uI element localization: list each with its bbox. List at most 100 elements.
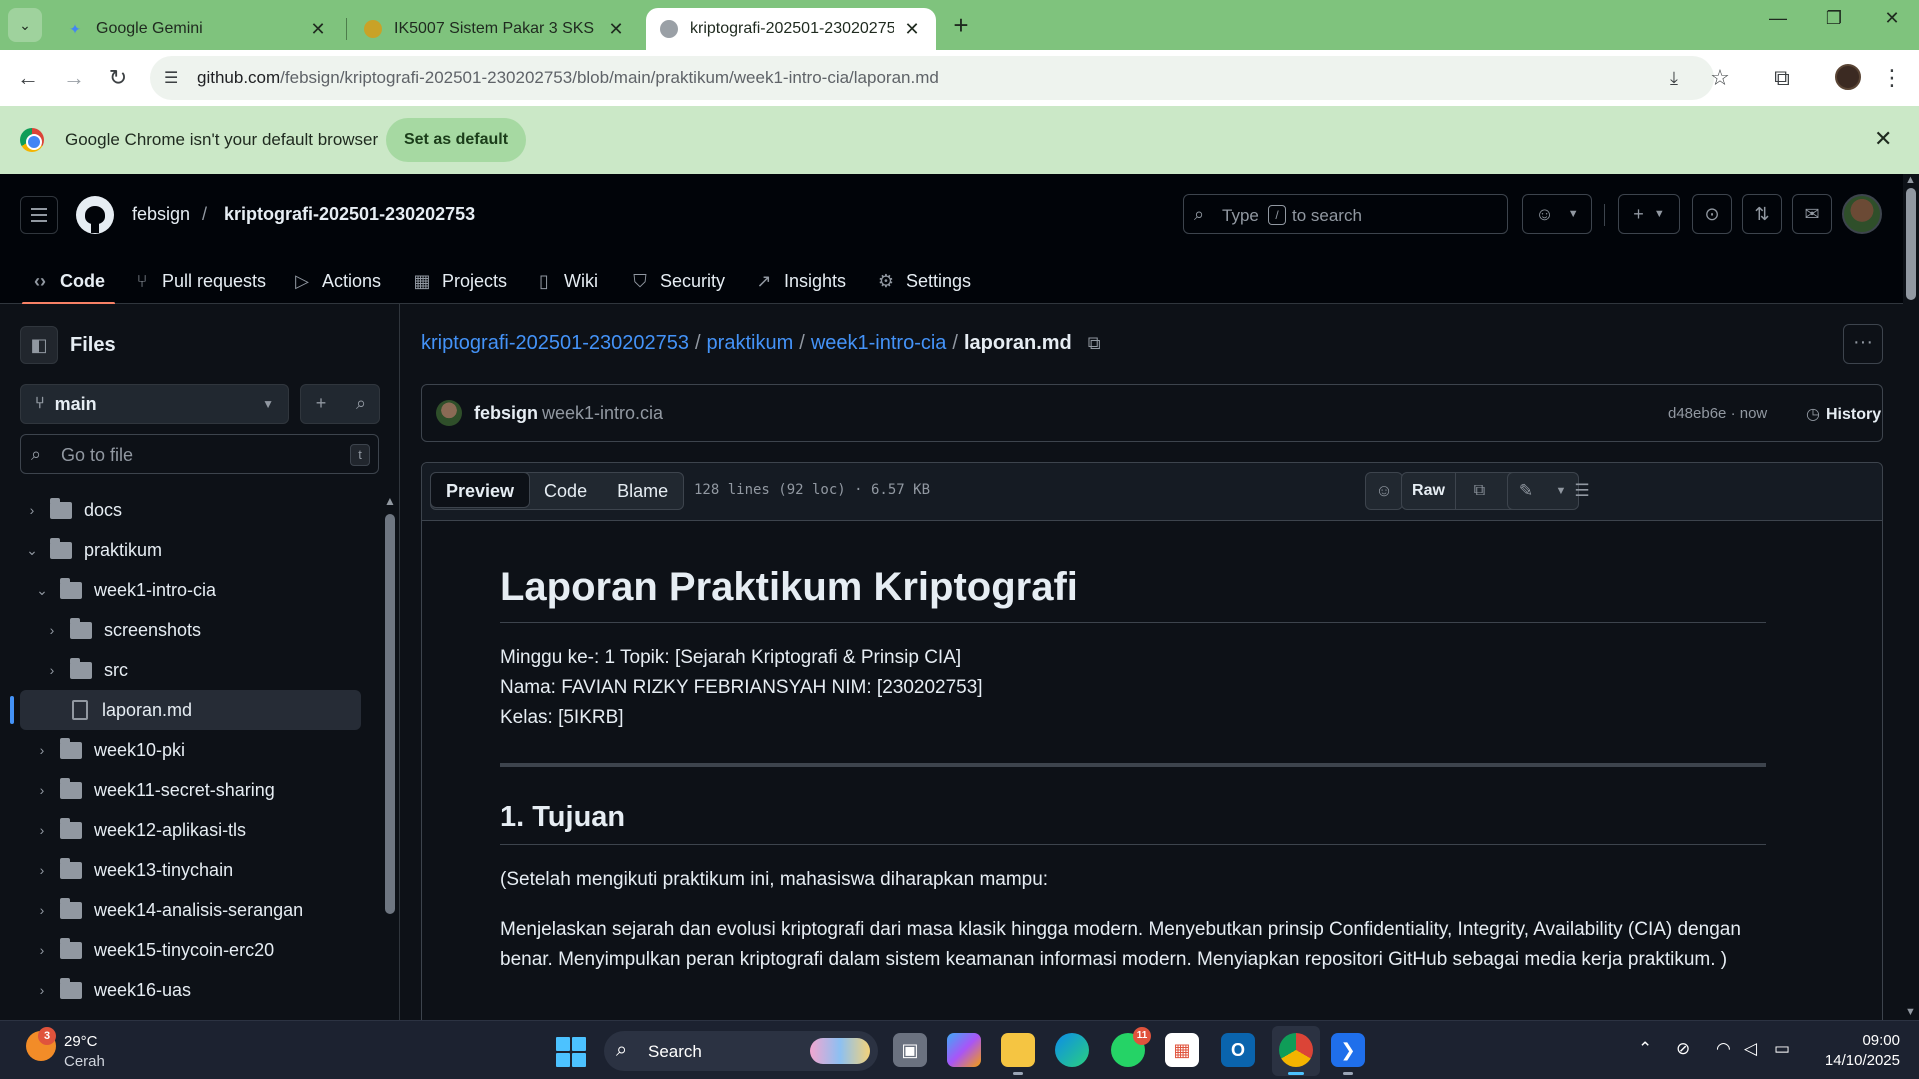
close-icon[interactable]: ✕ bbox=[606, 19, 626, 40]
window-close-button[interactable]: ✕ bbox=[1872, 8, 1912, 29]
copy-path-icon[interactable]: ⧉ bbox=[1088, 333, 1101, 354]
user-avatar[interactable] bbox=[1842, 194, 1882, 234]
scroll-down-arrow-icon[interactable]: ▼ bbox=[1905, 1006, 1916, 1018]
scrollbar-thumb[interactable] bbox=[1906, 188, 1916, 300]
breadcrumb-praktikum-link[interactable]: praktikum bbox=[707, 332, 794, 354]
sidebar-scrollbar[interactable]: ▲ bbox=[384, 494, 396, 1020]
task-view-icon[interactable]: ▣ bbox=[893, 1033, 927, 1067]
chevron-right-icon[interactable]: › bbox=[34, 742, 50, 758]
tree-item-week11-secret-sharing[interactable]: › week11-secret-sharing bbox=[0, 770, 370, 810]
scroll-up-arrow-icon[interactable]: ▲ bbox=[384, 494, 396, 508]
chevron-right-icon[interactable]: › bbox=[34, 862, 50, 878]
whatsapp-icon[interactable]: 11 bbox=[1111, 1027, 1151, 1067]
system-clock[interactable]: 09:00 14/10/2025 bbox=[1816, 1031, 1900, 1071]
chevron-right-icon[interactable]: › bbox=[34, 822, 50, 838]
chrome-app-icon[interactable] bbox=[1279, 1033, 1313, 1075]
commit-author-avatar[interactable] bbox=[436, 400, 462, 426]
tab-pull-requests[interactable]: ⑂ Pull requests bbox=[132, 258, 266, 304]
scrollbar-thumb[interactable] bbox=[385, 514, 395, 914]
chevron-down-icon[interactable]: ⌄ bbox=[34, 582, 50, 599]
restore-button[interactable]: ❐ bbox=[1814, 8, 1854, 29]
tree-item-week14-analisis-serangan[interactable]: › week14-analisis-serangan bbox=[0, 890, 370, 930]
browser-tab-gemini[interactable]: ✦ Google Gemini ✕ bbox=[52, 8, 342, 50]
tab-settings[interactable]: ⚙ Settings bbox=[876, 258, 971, 304]
tree-item-screenshots[interactable]: › screenshots bbox=[0, 610, 370, 650]
pull-requests-button[interactable]: ⇅ bbox=[1742, 194, 1782, 234]
vscode-icon[interactable]: ❯ bbox=[1331, 1033, 1365, 1075]
battery-icon[interactable]: ▭ bbox=[1774, 1039, 1790, 1059]
page-scrollbar[interactable]: ▲ ▼ bbox=[1903, 174, 1919, 1020]
wifi-icon[interactable]: ◠ bbox=[1716, 1039, 1731, 1059]
tree-item-week10-pki[interactable]: › week10-pki bbox=[0, 730, 370, 770]
copy-raw-icon[interactable]: ⧉ bbox=[1456, 482, 1504, 500]
bookmark-star-icon[interactable]: ☆ bbox=[1706, 64, 1734, 92]
breadcrumb-repo-link[interactable]: kriptografi-202501-230202753 bbox=[421, 332, 689, 354]
edge-icon[interactable] bbox=[1055, 1033, 1089, 1067]
weather-temperature[interactable]: 29°C bbox=[64, 1033, 98, 1050]
raw-button[interactable]: Raw bbox=[1403, 482, 1455, 500]
tab-wiki[interactable]: ▯ Wiki bbox=[534, 258, 598, 304]
chevron-right-icon[interactable]: › bbox=[44, 622, 60, 638]
tree-item-week12-aplikasi-tls[interactable]: › week12-aplikasi-tls bbox=[0, 810, 370, 850]
tab-actions[interactable]: ▷ Actions bbox=[292, 258, 381, 304]
create-new-button[interactable]: + ▼ bbox=[1618, 194, 1680, 234]
reload-button[interactable]: ↻ bbox=[104, 64, 132, 92]
branch-selector[interactable]: ⑂ main ▼ bbox=[20, 384, 289, 424]
microsoft-store-icon[interactable]: ▦ bbox=[1165, 1033, 1199, 1067]
go-to-file-input[interactable]: ⌕ Go to file t bbox=[20, 434, 379, 474]
commit-message[interactable]: week1-intro.cia bbox=[542, 403, 663, 424]
tab-projects[interactable]: ▦ Projects bbox=[412, 258, 507, 304]
url-text[interactable]: github.com/febsign/kriptografi-202501-23… bbox=[197, 68, 939, 88]
chrome-menu-icon[interactable]: ⋮ bbox=[1878, 64, 1906, 92]
chevron-right-icon[interactable]: › bbox=[34, 782, 50, 798]
tree-item-week13-tinychain[interactable]: › week13-tinychain bbox=[0, 850, 370, 890]
minimize-button[interactable]: — bbox=[1758, 8, 1798, 29]
tab-code[interactable]: ‹› Code bbox=[22, 258, 115, 305]
tab-insights[interactable]: ↗ Insights bbox=[754, 258, 846, 304]
github-logo-icon[interactable] bbox=[76, 196, 114, 234]
address-bar[interactable]: ☰ github.com/febsign/kriptografi-202501-… bbox=[150, 56, 1714, 100]
notifications-off-icon[interactable]: ⊘ bbox=[1676, 1039, 1690, 1059]
extensions-icon[interactable]: ⧉ bbox=[1768, 64, 1796, 92]
back-button[interactable]: ← bbox=[14, 64, 42, 92]
chevron-right-icon[interactable]: › bbox=[34, 942, 50, 958]
volume-icon[interactable]: ◁ bbox=[1744, 1039, 1757, 1059]
tree-item-laporan-md[interactable]: laporan.md bbox=[10, 690, 361, 730]
show-hidden-icons[interactable]: ⌃ bbox=[1638, 1039, 1652, 1059]
tree-item-src[interactable]: › src bbox=[0, 650, 370, 690]
search-files-button[interactable]: ⌕ bbox=[341, 393, 381, 414]
copilot-app-icon[interactable] bbox=[947, 1033, 981, 1067]
taskbar-search[interactable]: ⌕ Search bbox=[604, 1031, 878, 1071]
chevron-down-icon[interactable]: ⌄ bbox=[24, 542, 40, 559]
repo-owner-link[interactable]: febsign bbox=[132, 204, 190, 225]
preview-tab[interactable]: Preview bbox=[430, 472, 531, 508]
history-button[interactable]: ◷ History bbox=[1806, 404, 1881, 424]
breadcrumb-week1-link[interactable]: week1-intro-cia bbox=[811, 332, 947, 354]
browser-tab-github[interactable]: kriptografi-202501-230202753/ ✕ bbox=[646, 8, 936, 50]
windows-start-button[interactable] bbox=[556, 1037, 586, 1067]
tree-item-praktikum[interactable]: ⌄ praktikum bbox=[0, 530, 370, 570]
site-info-icon[interactable]: ☰ bbox=[164, 68, 184, 88]
copilot-button[interactable]: ☺ ▼ bbox=[1522, 194, 1592, 234]
install-icon[interactable]: ⤓ bbox=[1662, 68, 1686, 92]
tab-security[interactable]: ⛉ Security bbox=[630, 258, 725, 304]
chevron-right-icon[interactable]: › bbox=[34, 982, 50, 998]
chevron-right-icon[interactable]: › bbox=[34, 902, 50, 918]
search-input[interactable]: ⌕ Type / to search bbox=[1183, 194, 1508, 234]
file-explorer-icon[interactable] bbox=[1001, 1033, 1035, 1075]
pencil-icon[interactable]: ✎ bbox=[1508, 481, 1544, 501]
blame-tab[interactable]: Blame bbox=[602, 473, 683, 509]
tree-item-docs[interactable]: › docs bbox=[0, 490, 370, 530]
outline-button[interactable]: ☰ bbox=[1563, 472, 1601, 510]
add-file-button[interactable]: + bbox=[301, 393, 341, 414]
set-as-default-button[interactable]: Set as default bbox=[386, 118, 526, 162]
tree-item-week1-intro-cia[interactable]: ⌄ week1-intro-cia bbox=[0, 570, 370, 610]
profile-avatar[interactable] bbox=[1835, 64, 1861, 90]
collapse-sidebar-button[interactable]: ◧ bbox=[20, 326, 58, 364]
tree-item-week15-tinycoin-erc20[interactable]: › week15-tinycoin-erc20 bbox=[0, 930, 370, 970]
tree-item-week16-uas[interactable]: › week16-uas bbox=[0, 970, 370, 1010]
close-icon[interactable]: ✕ bbox=[902, 19, 922, 40]
browser-tab-sistem-pakar[interactable]: IK5007 Sistem Pakar 3 SKS 5IKR ✕ bbox=[350, 8, 640, 50]
chevron-right-icon[interactable]: › bbox=[24, 502, 40, 518]
copilot-file-button[interactable]: ☺ bbox=[1365, 472, 1403, 510]
